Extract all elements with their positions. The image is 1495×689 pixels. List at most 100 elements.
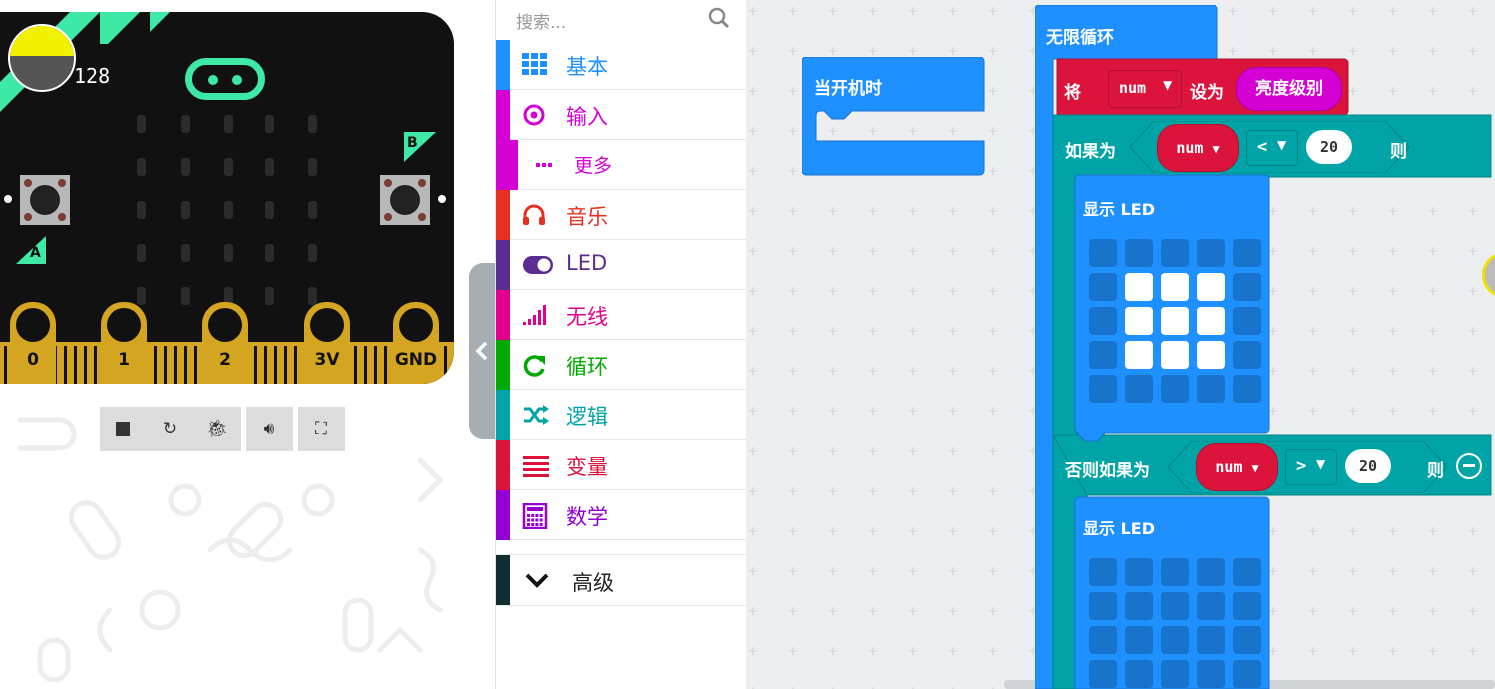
led-cell[interactable] [1197,592,1225,620]
led-cell[interactable] [1161,307,1189,335]
led-cell[interactable] [1089,558,1117,586]
blocks-workspace[interactable]: 当开机时 无限循环 将 num ▼ 设为 亮度级别 如果为 num ▼ < ▼ … [746,0,1495,689]
led-cell[interactable] [1089,307,1117,335]
category-advanced[interactable]: 高级 [496,554,746,606]
variable-dropdown-set[interactable]: num ▼ [1108,70,1182,108]
led-cell[interactable] [1197,341,1225,369]
category-color-bar [496,240,510,290]
led-cell[interactable] [1161,558,1189,586]
fullscreen-button[interactable]: ⛶ [298,407,345,451]
led-cell[interactable] [1125,660,1153,688]
edge-tooth [184,346,187,384]
led-cell[interactable] [1089,273,1117,301]
pin-2[interactable]: 2 [202,302,248,384]
light-level-sensor[interactable] [8,24,76,92]
led-cell[interactable] [1161,375,1189,403]
category-9[interactable]: 变量 [496,440,746,490]
stop-icon [116,422,130,436]
operator-gt: > [1296,456,1307,476]
led-cell[interactable] [1197,239,1225,267]
led-cell[interactable] [1089,375,1117,403]
category-7[interactable]: 循环 [496,340,746,390]
board-led [224,115,233,133]
touch-logo[interactable] [185,58,265,100]
led-cell[interactable] [1233,660,1261,688]
variable-num-if[interactable]: num ▼ [1157,124,1239,172]
led-cell[interactable] [1233,273,1261,301]
led-cell[interactable] [1233,239,1261,267]
led-cell[interactable] [1233,375,1261,403]
operator-lt: < [1257,137,1268,157]
led-cell[interactable] [1197,660,1225,688]
remove-elseif-button[interactable] [1456,453,1482,479]
category-color-bar [496,40,510,90]
pin-gnd[interactable]: GND [393,302,439,384]
led-cell[interactable] [1125,341,1153,369]
led-cell[interactable] [1161,341,1189,369]
led-cell[interactable] [1125,592,1153,620]
category-4[interactable]: 音乐 [496,190,746,240]
led-cell[interactable] [1125,626,1153,654]
category-5[interactable]: LED [496,240,746,290]
variable-num-elseif[interactable]: num ▼ [1196,443,1278,491]
category-3[interactable]: 更多 [496,140,746,190]
led-cell[interactable] [1233,307,1261,335]
number-input-if[interactable]: 20 [1306,130,1352,164]
led-cell[interactable] [1125,558,1153,586]
button-b[interactable] [380,175,430,225]
led-cell[interactable] [1161,273,1189,301]
collapse-simulator-button[interactable] [469,263,496,439]
light-level-block[interactable]: 亮度级别 [1236,67,1342,111]
edge-connector: 0 1 2 3V GND [0,302,454,384]
toggle-icon [522,253,553,277]
led-cell[interactable] [1089,341,1117,369]
stop-button[interactable] [100,407,146,451]
pin-1[interactable]: 1 [101,302,147,384]
edge-tooth [294,346,297,384]
led-cell[interactable] [1197,307,1225,335]
edge-tooth [264,346,267,384]
operator-dropdown-lt[interactable]: < ▼ [1246,130,1298,166]
category-10[interactable]: 数学 [496,490,746,540]
loop-icon [522,353,550,377]
restart-button[interactable]: ↻ [147,407,193,451]
led-cell[interactable] [1125,239,1153,267]
operator-dropdown-gt[interactable]: > ▼ [1285,449,1337,485]
led-cell[interactable] [1233,558,1261,586]
fullscreen-icon: ⛶ [315,419,327,439]
dropdown-arrow-icon: ▼ [1212,142,1220,156]
led-cell[interactable] [1161,592,1189,620]
led-cell[interactable] [1197,375,1225,403]
led-cell[interactable] [1125,273,1153,301]
led-cell[interactable] [1089,626,1117,654]
led-cell[interactable] [1125,307,1153,335]
category-8[interactable]: 逻辑 [496,390,746,440]
toolbox: 搜索... 基本 输入 更多 音乐 LED 无线 循环 逻辑 变量 数学 高级 [495,0,746,689]
category-1[interactable]: 基本 [496,40,746,90]
mute-button[interactable]: 🔊︎ [246,407,293,451]
led-cell[interactable] [1125,375,1153,403]
led-cell[interactable] [1233,341,1261,369]
forever-label: 无限循环 [1046,28,1114,48]
led-cell[interactable] [1197,558,1225,586]
led-cell[interactable] [1197,626,1225,654]
button-a-label: A [30,245,41,261]
pin-0[interactable]: 0 [10,302,56,384]
debug-button[interactable]: 🐞︎ [194,407,240,451]
led-cell[interactable] [1233,592,1261,620]
category-6[interactable]: 无线 [496,290,746,340]
search-icon[interactable] [708,7,730,29]
button-a[interactable] [20,175,70,225]
search-input[interactable]: 搜索... [496,0,746,40]
led-cell[interactable] [1161,626,1189,654]
led-cell[interactable] [1161,660,1189,688]
led-cell[interactable] [1161,239,1189,267]
led-cell[interactable] [1089,239,1117,267]
number-input-elseif[interactable]: 20 [1345,449,1391,483]
pin-3v[interactable]: 3V [304,302,350,384]
led-cell[interactable] [1089,592,1117,620]
led-cell[interactable] [1089,660,1117,688]
led-cell[interactable] [1197,273,1225,301]
category-2[interactable]: 输入 [496,90,746,140]
led-cell[interactable] [1233,626,1261,654]
